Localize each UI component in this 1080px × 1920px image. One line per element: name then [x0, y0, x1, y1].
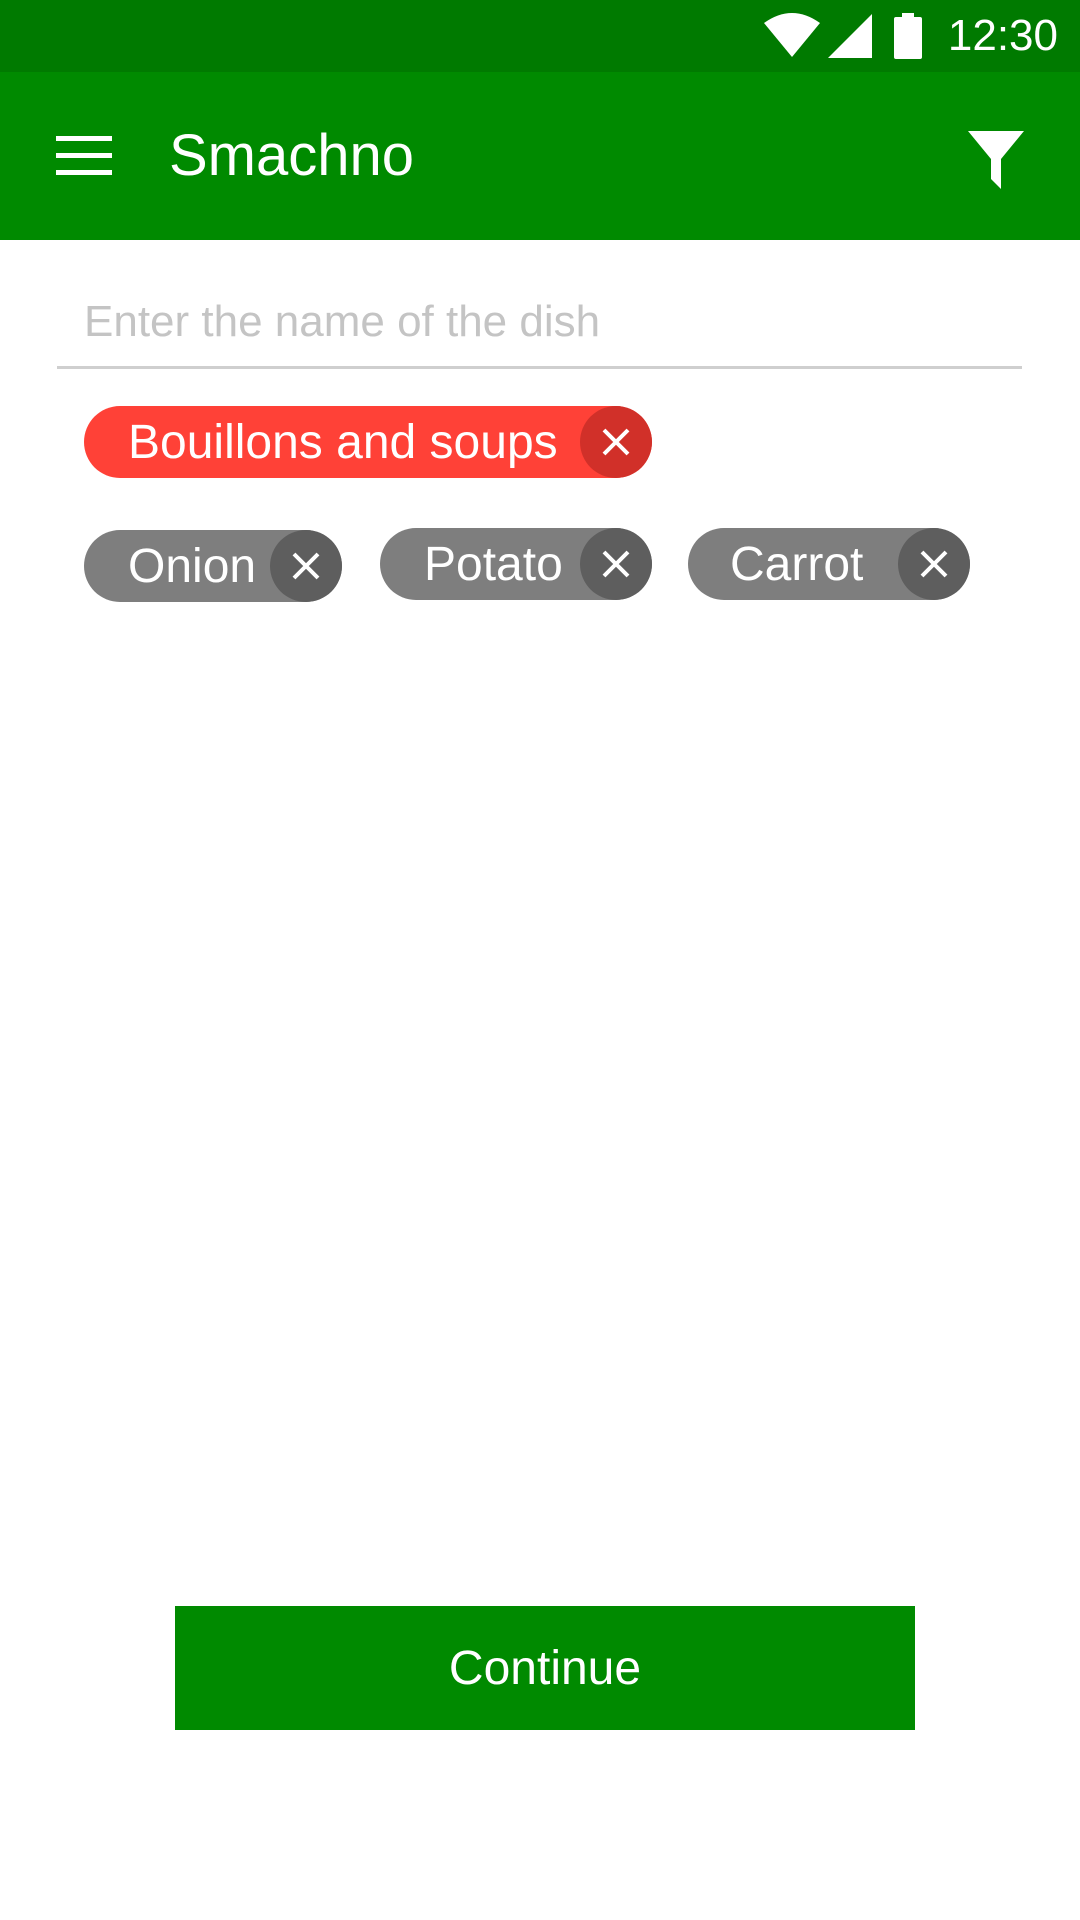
status-bar: 12:30 [0, 0, 1080, 72]
filter-icon[interactable] [952, 120, 1040, 200]
battery-icon [893, 13, 922, 59]
close-icon [602, 428, 630, 456]
ingredient-chip[interactable]: Potato [380, 528, 652, 600]
ingredient-chip[interactable]: Carrot [688, 528, 970, 600]
remove-chip-button[interactable] [580, 406, 652, 478]
ingredient-chip[interactable]: Onion [84, 530, 342, 602]
wifi-icon [763, 13, 820, 59]
chip-label: Onion [128, 539, 257, 593]
search-field [57, 282, 1022, 369]
close-icon [602, 550, 630, 578]
remove-chip-button[interactable] [580, 528, 652, 600]
chip-label: Carrot [730, 537, 864, 591]
app-title: Smachno [169, 123, 415, 188]
chip-label: Potato [424, 537, 563, 591]
status-time: 12:30 [947, 11, 1058, 60]
continue-button[interactable]: Continue [175, 1606, 915, 1730]
category-chip[interactable]: Bouillons and soups [84, 406, 652, 478]
remove-chip-button[interactable] [270, 530, 342, 602]
status-icons: 12:30 [763, 0, 1058, 72]
app-bar: Smachno [0, 72, 1080, 240]
remove-chip-button[interactable] [898, 528, 970, 600]
close-icon [292, 552, 320, 580]
menu-icon[interactable] [40, 120, 128, 192]
cell-signal-icon [827, 14, 872, 58]
close-icon [920, 550, 948, 578]
chip-label: Bouillons and soups [128, 415, 558, 469]
search-input[interactable] [84, 290, 1004, 354]
